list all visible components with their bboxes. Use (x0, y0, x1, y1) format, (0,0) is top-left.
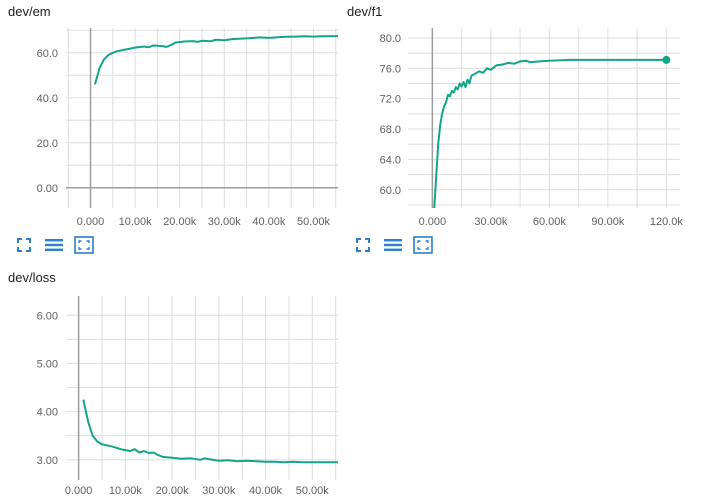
chart-toolbar (353, 236, 433, 254)
y-tick-label: 72.0 (380, 94, 401, 106)
y-tick-label: 60.0 (380, 185, 401, 197)
x-tick-label: 50.00k (296, 485, 330, 497)
x-tick-label: 60.00k (533, 216, 567, 228)
y-tick-label: 80.0 (380, 33, 401, 45)
x-tick-label: 0.000 (65, 485, 93, 497)
chart-panel-loss: dev/loss 0.000 10.00k 20.00k 30.00k 40.00k 50… (0, 266, 345, 501)
y-tick-label: 68.0 (380, 124, 401, 136)
fit-domain-icon[interactable] (74, 236, 94, 254)
x-tick-label: 40.00k (249, 485, 283, 497)
y-tick-label: 60.0 (37, 48, 58, 60)
gridlines (408, 28, 680, 208)
y-tick-label: 76.0 (380, 63, 401, 75)
gridlines (66, 296, 338, 480)
x-tick-label: 20.00k (163, 216, 197, 228)
series-line (82, 399, 338, 464)
y-tick-label: 64.0 (380, 154, 401, 166)
x-tick-label: 10.00k (109, 485, 143, 497)
chart-f1[interactable]: 0.000 30.00k 60.00k 90.00k 120.0k 60.0 64.0 68.… (345, 0, 702, 232)
chart-toolbar (14, 236, 94, 254)
x-tick-label: 30.00k (208, 216, 242, 228)
chart-em[interactable]: 0.000 10.00k 20.00k 30.00k 40.00k 50.00k 0.00 2… (0, 0, 345, 232)
gridlines (66, 28, 338, 208)
y-tick-label: 20.0 (37, 138, 58, 150)
x-tick-label: 30.00k (474, 216, 508, 228)
x-tick-label: 10.00k (119, 216, 153, 228)
x-tick-label: 90.00k (591, 216, 625, 228)
chart-loss[interactable]: 0.000 10.00k 20.00k 30.00k 40.00k 50.00k 3.00 4… (0, 266, 345, 501)
y-tick-label: 5.00 (37, 358, 58, 370)
expand-icon[interactable] (353, 236, 373, 254)
series-line (94, 35, 339, 85)
y-tick-label: 0.00 (37, 183, 58, 195)
expand-icon[interactable] (14, 236, 34, 254)
x-tick-label: 30.00k (202, 485, 236, 497)
x-tick-label: 40.00k (252, 216, 286, 228)
y-tick-label: 6.00 (37, 310, 58, 322)
series-end-marker (662, 55, 671, 64)
chart-panel-f1: dev/f1 0.000 30.00k 60.00k 90.00k 120.0k 60.0… (345, 0, 702, 260)
fit-domain-icon[interactable] (413, 236, 433, 254)
x-tick-label: 120.0k (650, 216, 684, 228)
list-icon[interactable] (383, 236, 403, 254)
x-tick-label: 0.000 (419, 216, 447, 228)
x-tick-label: 0.000 (77, 216, 105, 228)
y-tick-label: 3.00 (37, 455, 58, 467)
x-tick-label: 20.00k (156, 485, 190, 497)
chart-panel-em: dev/em 0.000 10.00k 20.00k 30.00k 40.00k 50.0… (0, 0, 345, 260)
y-tick-label: 4.00 (37, 407, 58, 419)
y-tick-label: 40.0 (37, 93, 58, 105)
series-line (433, 58, 667, 209)
list-icon[interactable] (44, 236, 64, 254)
x-tick-label: 50.00k (297, 216, 331, 228)
